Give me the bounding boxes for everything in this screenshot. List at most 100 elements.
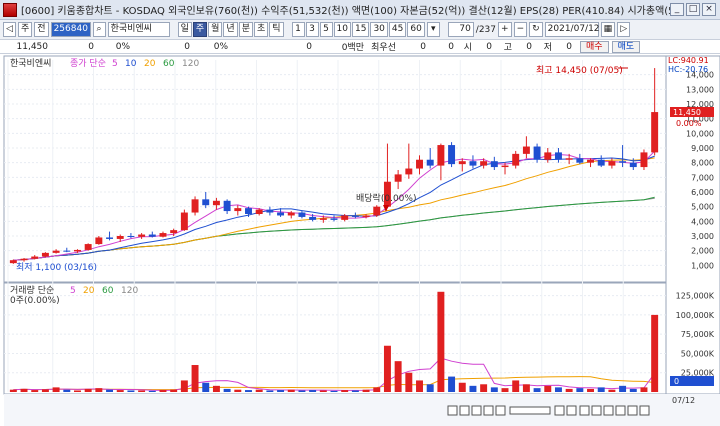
- volume-bar: [341, 390, 349, 392]
- volume-bar: [394, 361, 402, 392]
- stop-icon[interactable]: [471, 405, 482, 416]
- interval-button[interactable]: 45: [388, 22, 407, 37]
- grid-icon[interactable]: [591, 405, 602, 416]
- volume-panel: [3, 282, 667, 395]
- current-volume-label: 0: [674, 377, 679, 386]
- candle-body: [533, 146, 541, 160]
- interval-button[interactable]: 1: [291, 22, 305, 37]
- search-icon[interactable]: ⌕: [92, 22, 106, 37]
- period-button[interactable]: 월: [208, 22, 223, 37]
- interval-button[interactable]: 10: [333, 22, 351, 37]
- window-title: [0600] 키움종합차트 - KOSDAQ 외국인보유(760(천)) 수익주…: [21, 6, 670, 17]
- period-button[interactable]: 초: [253, 22, 269, 37]
- zoom-minus-icon[interactable]: [554, 405, 565, 416]
- price-tick-label: 13,000: [686, 85, 714, 94]
- count-input[interactable]: 70: [447, 22, 474, 37]
- candle-body: [437, 145, 445, 166]
- volume-bar: [405, 372, 413, 392]
- period-button[interactable]: 주: [192, 22, 208, 37]
- volume-bar: [148, 390, 156, 392]
- lc-label: LC:940.91: [668, 56, 709, 65]
- next-icon[interactable]: ▷: [617, 22, 631, 37]
- zoom-out-icon[interactable]: −: [513, 22, 528, 37]
- candle-body: [255, 209, 263, 214]
- quote-val5: 0: [306, 41, 312, 52]
- candle-body: [148, 234, 156, 237]
- zoom-in-icon[interactable]: +: [498, 22, 512, 37]
- interval-button[interactable]: 5: [319, 22, 333, 37]
- scroll-next-icon[interactable]: [483, 405, 494, 416]
- period-button[interactable]: 분: [238, 22, 253, 37]
- volume-tick-label: 75,000K: [681, 330, 715, 339]
- stock-chart[interactable]: 14,00013,00012,00011,00010,0009,0008,000…: [0, 54, 720, 426]
- scroll-first-icon[interactable]: [447, 405, 458, 416]
- volume-bar: [469, 385, 477, 392]
- candle-body: [608, 161, 616, 166]
- high-value: 0: [526, 41, 532, 52]
- interval-dropdown-icon[interactable]: ▾: [426, 22, 440, 37]
- volume-bar: [52, 387, 60, 392]
- candle-body: [597, 159, 605, 166]
- sell-button[interactable]: 매도: [611, 40, 641, 53]
- high-label: 고: [503, 43, 512, 53]
- close-button[interactable]: ×: [702, 3, 716, 16]
- volume-bar: [437, 291, 445, 392]
- crosshair-icon[interactable]: [627, 405, 638, 416]
- quote-row: 11,450 0 0% 0 0% 0 0백만 최우선 0 0 시 0 고 0 저…: [0, 40, 720, 54]
- app-icon: [3, 2, 17, 17]
- volume-bar: [608, 389, 616, 392]
- volume-bar: [255, 389, 263, 392]
- volume-ma-legend-item: 60: [102, 286, 114, 296]
- volume-bar: [127, 390, 135, 392]
- candle-body: [202, 199, 210, 206]
- volume-bar: [383, 345, 391, 392]
- volume-bar: [565, 388, 573, 392]
- buy-button[interactable]: 매수: [580, 40, 609, 53]
- chart-area[interactable]: 14,000 13,000 12,000 11,000 10,000 9,000 8,000…: [0, 54, 720, 426]
- scroll-prev-icon[interactable]: [459, 405, 470, 416]
- price-tick-label: 5,000: [691, 203, 714, 212]
- volume-bar: [116, 390, 124, 392]
- quote-val3: 0: [184, 41, 190, 52]
- prev-icon[interactable]: ◁: [3, 22, 16, 37]
- minimize-button[interactable]: _: [670, 3, 684, 16]
- volume-bar: [74, 390, 81, 392]
- ma-legend-item: 20: [144, 59, 156, 69]
- volume-bar: [629, 388, 637, 392]
- list-icon[interactable]: [603, 405, 614, 416]
- candle-body: [373, 206, 381, 216]
- candle-body: [640, 152, 648, 168]
- volume-bar: [416, 380, 423, 392]
- maximize-button[interactable]: □: [686, 3, 700, 16]
- stock-code-input[interactable]: 256840: [50, 22, 91, 37]
- chart-type-icon[interactable]: [615, 405, 626, 416]
- volume-bar: [180, 380, 188, 392]
- print-icon[interactable]: [639, 405, 650, 416]
- stock-name-field[interactable]: 한국비엔씨: [107, 22, 170, 37]
- high-annotation: 최고 14,450 (07/05): [536, 65, 623, 76]
- candle-body: [287, 212, 295, 216]
- trade-amount: 0백만: [341, 43, 364, 53]
- zoom-plus-icon[interactable]: [566, 405, 577, 416]
- refresh-icon[interactable]: ↻: [529, 22, 543, 37]
- interval-button[interactable]: 30: [370, 22, 388, 37]
- interval-button[interactable]: 60: [407, 22, 425, 37]
- calendar-icon[interactable]: ▦: [600, 22, 616, 37]
- ma-legend-item: 5: [112, 59, 118, 69]
- quote-val8: 0: [448, 41, 454, 52]
- date-input[interactable]: 2021/07/12: [544, 22, 600, 37]
- period-button[interactable]: 틱: [269, 22, 284, 37]
- ju-button[interactable]: 주: [18, 22, 33, 37]
- scroll-last-icon[interactable]: [495, 405, 506, 416]
- jeon-button[interactable]: 전: [34, 22, 49, 37]
- volume-bar: [9, 389, 17, 392]
- settings-icon[interactable]: [579, 405, 590, 416]
- interval-button[interactable]: 15: [351, 22, 370, 37]
- volume-bar: [191, 365, 199, 392]
- candle-body: [52, 250, 60, 253]
- volume-bar: [480, 384, 488, 392]
- interval-button[interactable]: 3: [305, 22, 319, 37]
- scroll-track[interactable]: [509, 406, 551, 415]
- period-button[interactable]: 년: [223, 22, 238, 37]
- period-button[interactable]: 일: [177, 22, 192, 37]
